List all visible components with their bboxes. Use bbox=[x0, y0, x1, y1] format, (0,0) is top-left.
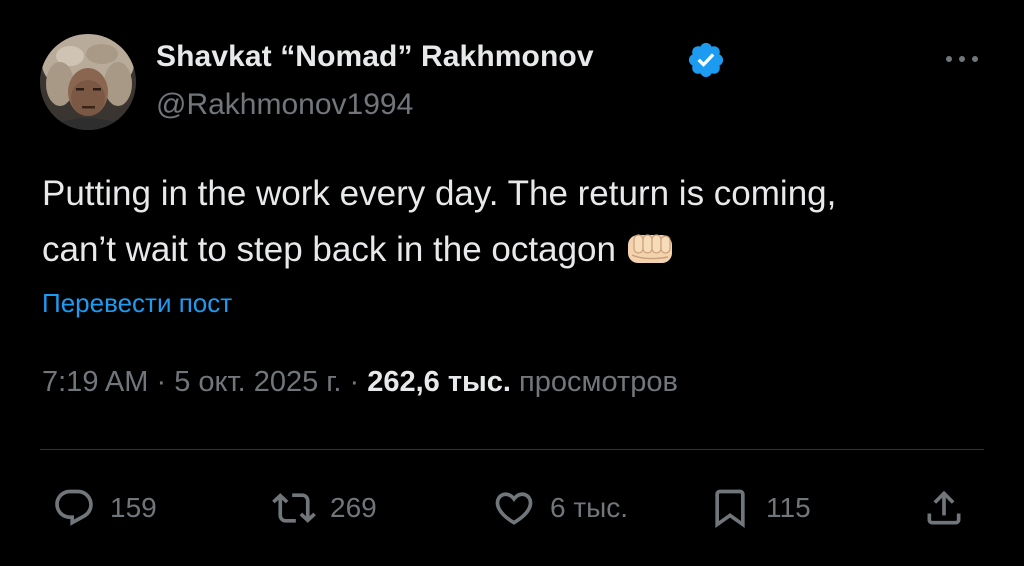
meta-separator: · bbox=[349, 366, 360, 398]
reply-button[interactable]: 159 bbox=[52, 486, 157, 530]
share-button[interactable] bbox=[922, 486, 966, 530]
views-count: 262,6 тыс. bbox=[367, 366, 511, 398]
share-icon bbox=[927, 490, 961, 525]
meta-separator: · bbox=[156, 366, 167, 398]
reply-count: 159 bbox=[110, 492, 157, 523]
tweet-text-line-1: Putting in the work every day. The retur… bbox=[42, 174, 837, 213]
tweet-metadata: 7:19 AM · 5 окт. 2025 г. · 262,6 тыс. пр… bbox=[42, 366, 678, 399]
like-count: 6 тыс. bbox=[550, 492, 629, 523]
repost-icon bbox=[272, 493, 316, 523]
bookmark-count: 115 bbox=[766, 492, 811, 523]
tweet-detail: Shavkat “Nomad” Rakhmonov @Rakhmonov1994… bbox=[0, 0, 1024, 566]
author-name[interactable]: Shavkat “Nomad” Rakhmonov bbox=[156, 40, 594, 74]
repost-count: 269 bbox=[330, 492, 377, 523]
heart-icon bbox=[495, 492, 533, 525]
bookmark-button[interactable]: 115 bbox=[708, 486, 811, 530]
tweet-text-line-2-content: can’t wait to step back in the octagon bbox=[42, 230, 616, 269]
tweet-text-line-2: can’t wait to step back in the octagon bbox=[42, 222, 992, 278]
more-options-icon[interactable] bbox=[940, 44, 984, 72]
repost-button[interactable]: 269 bbox=[272, 486, 377, 530]
tweet-time[interactable]: 7:19 AM bbox=[42, 366, 148, 398]
avatar[interactable] bbox=[40, 34, 136, 130]
fist-bump-emoji-icon bbox=[626, 228, 676, 266]
tweet-text: Putting in the work every day. The retur… bbox=[42, 166, 992, 278]
divider bbox=[40, 449, 984, 450]
bookmark-icon bbox=[715, 489, 745, 529]
author-handle[interactable]: @Rakhmonov1994 bbox=[156, 88, 413, 122]
avatar-image bbox=[40, 34, 136, 130]
tweet-date[interactable]: 5 окт. 2025 г. bbox=[174, 366, 341, 398]
like-button[interactable]: 6 тыс. bbox=[492, 486, 628, 530]
reply-icon bbox=[55, 489, 93, 526]
verified-badge-icon bbox=[686, 40, 726, 80]
translate-post-link[interactable]: Перевести пост bbox=[42, 288, 232, 319]
views-label: просмотров bbox=[519, 366, 678, 398]
